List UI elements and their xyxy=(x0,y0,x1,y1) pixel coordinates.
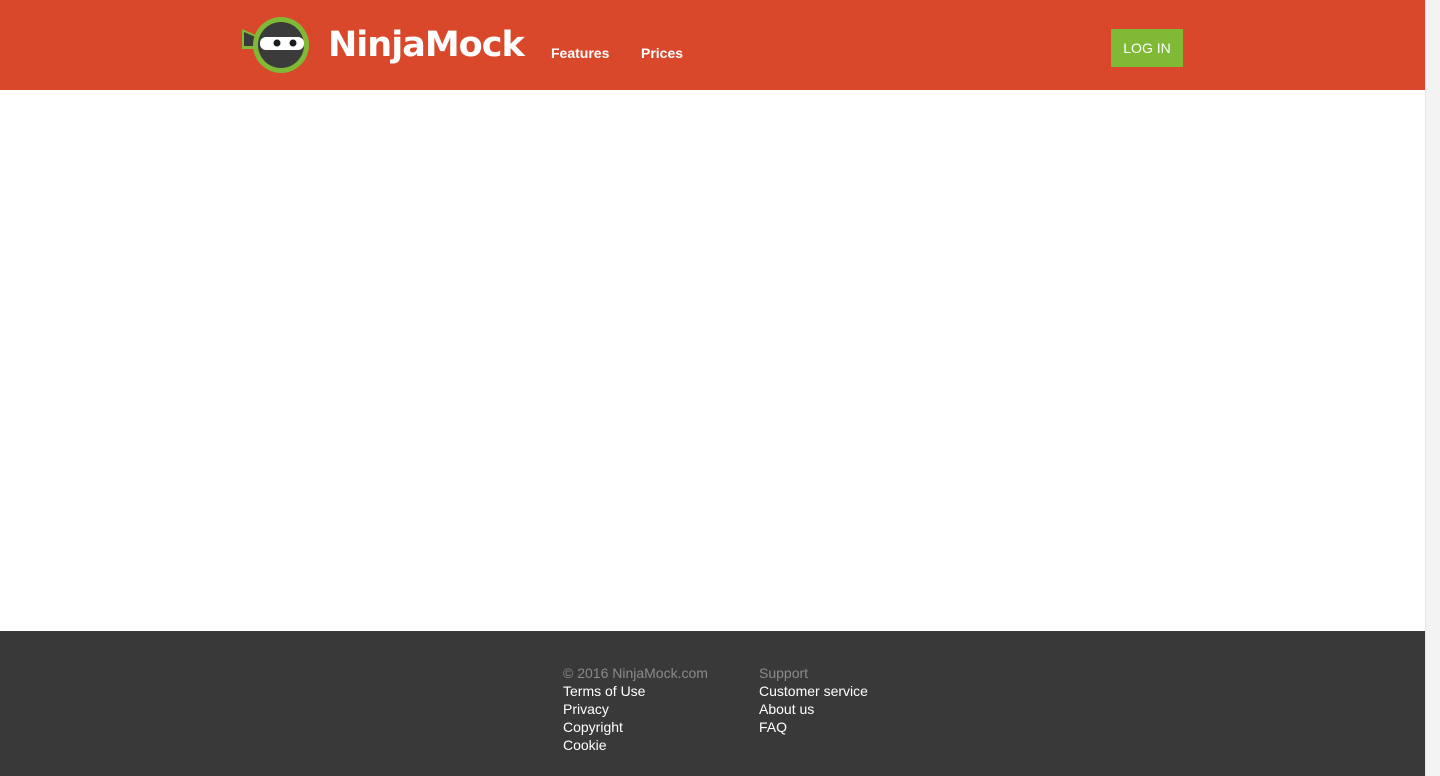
footer-copyright: © 2016 NinjaMock.com xyxy=(563,665,708,681)
ninja-logo-icon xyxy=(242,15,320,75)
footer-column-support: Support Customer service About us FAQ xyxy=(759,664,868,736)
logo-text: NinjaMock xyxy=(328,25,525,65)
nav-features-link[interactable]: Features xyxy=(551,45,609,61)
footer-link-privacy[interactable]: Privacy xyxy=(563,700,708,718)
footer-column-company: © 2016 NinjaMock.com Terms of Use Privac… xyxy=(563,664,708,754)
footer-link-faq[interactable]: FAQ xyxy=(759,718,868,736)
footer-link-customer-service[interactable]: Customer service xyxy=(759,682,868,700)
vertical-scrollbar[interactable] xyxy=(1425,0,1440,776)
footer-link-about-us[interactable]: About us xyxy=(759,700,868,718)
page: NinjaMock Features Prices LOG IN © 2016 … xyxy=(0,0,1425,776)
footer-support-heading: Support xyxy=(759,665,809,681)
nav-prices-link[interactable]: Prices xyxy=(641,45,683,61)
footer-link-terms[interactable]: Terms of Use xyxy=(563,682,708,700)
login-button[interactable]: LOG IN xyxy=(1111,29,1183,67)
footer-link-copyright[interactable]: Copyright xyxy=(563,718,708,736)
top-header: NinjaMock Features Prices LOG IN xyxy=(0,0,1425,90)
footer: © 2016 NinjaMock.com Terms of Use Privac… xyxy=(0,631,1425,776)
footer-link-cookie[interactable]: Cookie xyxy=(563,736,708,754)
logo-link[interactable]: NinjaMock xyxy=(242,15,525,75)
